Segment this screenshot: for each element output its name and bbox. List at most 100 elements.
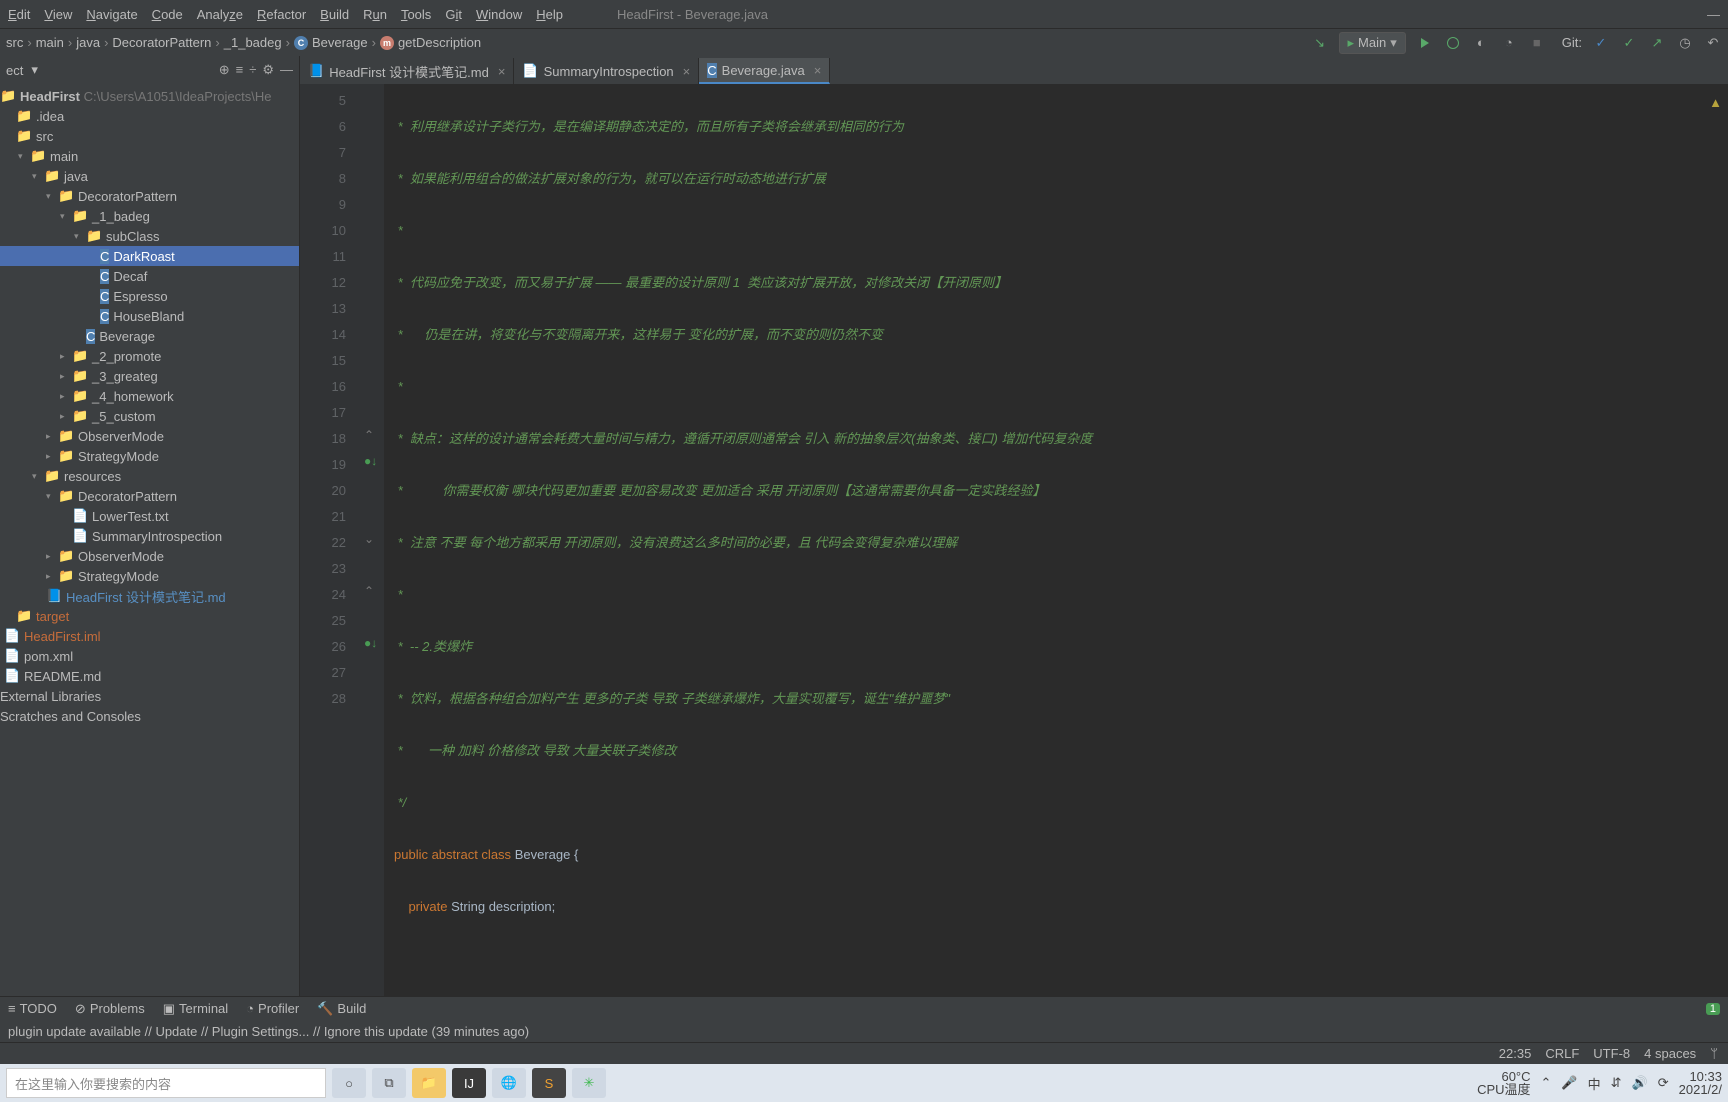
hide-icon[interactable]: —	[280, 62, 293, 78]
menu-refactor[interactable]: Refactor	[257, 7, 306, 22]
clock[interactable]: 10:33 2021/2/	[1679, 1070, 1722, 1096]
collapse-icon[interactable]: ÷	[249, 62, 256, 78]
build-hammer-icon[interactable]: ↘	[1311, 34, 1329, 52]
tree-subclass[interactable]: ▾📁subClass	[0, 226, 299, 246]
commit-icon[interactable]: ✓	[1620, 34, 1638, 52]
tree-custom[interactable]: ▸📁_5_custom	[0, 406, 299, 426]
minimize-icon[interactable]: —	[1707, 7, 1720, 22]
stop-icon[interactable]: ■	[1528, 34, 1546, 52]
breadcrumb-package[interactable]: DecoratorPattern	[112, 35, 211, 50]
tree-resources[interactable]: ▾📁resources	[0, 466, 299, 486]
intellij-icon[interactable]: IJ	[452, 1068, 486, 1098]
menu-window[interactable]: Window	[476, 7, 522, 22]
tree-pom[interactable]: 📄pom.xml	[0, 646, 299, 666]
tree-scratches[interactable]: Scratches and Consoles	[0, 706, 299, 726]
wechat-icon[interactable]: ✳	[572, 1068, 606, 1098]
microphone-icon[interactable]: 🎤	[1561, 1075, 1577, 1091]
warning-icon[interactable]: ▲	[1709, 90, 1722, 116]
chrome-icon[interactable]: 🌐	[492, 1068, 526, 1098]
project-header[interactable]: ect▾ ⊕ ≡ ÷ ⚙ —	[0, 56, 299, 84]
taskbar-search[interactable]: 在这里输入你要搜索的内容	[6, 1068, 326, 1098]
tree-src[interactable]: 📁src	[0, 126, 299, 146]
run-icon[interactable]	[1416, 34, 1434, 52]
update-project-icon[interactable]: ✓	[1592, 34, 1610, 52]
git-branch[interactable]: ᛘ	[1710, 1046, 1718, 1061]
event-badge[interactable]: 1	[1706, 1003, 1720, 1015]
caret-position[interactable]: 22:35	[1499, 1046, 1532, 1061]
explorer-icon[interactable]: 📁	[412, 1068, 446, 1098]
breadcrumb-method[interactable]: mgetDescription	[380, 35, 481, 50]
run-config-selector[interactable]: ▸Main▾	[1339, 32, 1406, 54]
push-icon[interactable]: ↗	[1648, 34, 1666, 52]
history-icon[interactable]: ◷	[1676, 34, 1694, 52]
tree-lowertest[interactable]: 📄LowerTest.txt	[0, 506, 299, 526]
file-encoding[interactable]: UTF-8	[1593, 1046, 1630, 1061]
tree-idea[interactable]: 📁.idea	[0, 106, 299, 126]
breadcrumb-folder[interactable]: _1_badeg	[224, 35, 282, 50]
tree-main[interactable]: ▾📁main	[0, 146, 299, 166]
tree-promote[interactable]: ▸📁_2_promote	[0, 346, 299, 366]
expand-icon[interactable]: ≡	[236, 62, 244, 78]
tree-target[interactable]: 📁target	[0, 606, 299, 626]
breadcrumb-class[interactable]: CBeverage	[294, 35, 368, 50]
project-tree[interactable]: 📁HeadFirst C:\Users\A1051\IdeaProjects\H…	[0, 84, 299, 996]
tree-beverage[interactable]: CBeverage	[0, 326, 299, 346]
terminal-tool[interactable]: ▣ Terminal	[163, 1001, 228, 1017]
cortana-icon[interactable]: ○	[332, 1068, 366, 1098]
debug-icon[interactable]	[1444, 34, 1462, 52]
build-tool[interactable]: 🔨 Build	[317, 1001, 366, 1017]
breadcrumb-src[interactable]: src	[6, 35, 23, 50]
tree-badeg[interactable]: ▾📁_1_badeg	[0, 206, 299, 226]
problems-tool[interactable]: ⊘ Problems	[75, 1001, 145, 1017]
volume-icon[interactable]: 🔊	[1632, 1075, 1648, 1091]
coverage-icon[interactable]: ◐	[1472, 34, 1490, 52]
tree-extlib[interactable]: External Libraries	[0, 686, 299, 706]
gutter-marks[interactable]: ⌃●↓⌄⌃●↓	[364, 84, 384, 996]
close-icon[interactable]: ×	[683, 64, 691, 79]
menu-edit[interactable]: Edit	[8, 7, 30, 22]
tab-summary[interactable]: 📄SummaryIntrospection×	[514, 58, 699, 84]
tree-readme[interactable]: 📄README.md	[0, 666, 299, 686]
menu-run[interactable]: Run	[363, 7, 387, 22]
close-icon[interactable]: ×	[814, 63, 822, 78]
profile-icon[interactable]: ◔	[1500, 34, 1518, 52]
status-message[interactable]: plugin update available // Update // Plu…	[0, 1020, 1728, 1042]
source-text[interactable]: * 利用继承设计子类行为，是在编译期静态决定的，而且所有子类将会继承到相同的行为…	[384, 84, 1728, 996]
breadcrumb-java[interactable]: java	[76, 35, 100, 50]
tree-espresso[interactable]: CEspresso	[0, 286, 299, 306]
menu-tools[interactable]: Tools	[401, 7, 431, 22]
sync-icon[interactable]: ⟳	[1658, 1075, 1669, 1091]
menu-help[interactable]: Help	[536, 7, 563, 22]
cpu-temp-widget[interactable]: 60°C CPU温度	[1477, 1070, 1530, 1096]
settings-icon[interactable]: ⚙	[262, 62, 274, 78]
line-separator[interactable]: CRLF	[1545, 1046, 1579, 1061]
tree-decaf[interactable]: CDecaf	[0, 266, 299, 286]
menu-navigate[interactable]: Navigate	[86, 7, 137, 22]
menu-build[interactable]: Build	[320, 7, 349, 22]
tray-arrow-icon[interactable]: ⌃	[1541, 1075, 1552, 1091]
network-icon[interactable]: ⇵	[1611, 1075, 1622, 1091]
tab-headfirst-md[interactable]: 📘HeadFirst 设计模式笔记.md×	[300, 58, 514, 84]
sublime-icon[interactable]: S	[532, 1068, 566, 1098]
breadcrumb-main[interactable]: main	[36, 35, 64, 50]
tree-strategy[interactable]: ▸📁StrategyMode	[0, 446, 299, 466]
tree-housebland[interactable]: CHouseBland	[0, 306, 299, 326]
tree-iml[interactable]: 📄HeadFirst.iml	[0, 626, 299, 646]
tree-java[interactable]: ▾📁java	[0, 166, 299, 186]
tree-darkroast[interactable]: CDarkRoast	[0, 246, 299, 266]
tree-decorator[interactable]: ▾📁DecoratorPattern	[0, 186, 299, 206]
tree-r-decorator[interactable]: ▾📁DecoratorPattern	[0, 486, 299, 506]
menu-view[interactable]: View	[44, 7, 72, 22]
indent-config[interactable]: 4 spaces	[1644, 1046, 1696, 1061]
tree-observer[interactable]: ▸📁ObserverMode	[0, 426, 299, 446]
menu-analyze[interactable]: Analyze	[197, 7, 243, 22]
tree-r-strategy[interactable]: ▸📁StrategyMode	[0, 566, 299, 586]
rollback-icon[interactable]: ↶	[1704, 34, 1722, 52]
tree-r-observer[interactable]: ▸📁ObserverMode	[0, 546, 299, 566]
tree-summary[interactable]: 📄SummaryIntrospection	[0, 526, 299, 546]
tree-hfmd[interactable]: 📘HeadFirst 设计模式笔记.md	[0, 586, 299, 606]
menu-code[interactable]: Code	[152, 7, 183, 22]
tree-homework[interactable]: ▸📁_4_homework	[0, 386, 299, 406]
tab-beverage[interactable]: CBeverage.java×	[699, 58, 830, 84]
task-view-icon[interactable]: ⧉	[372, 1068, 406, 1098]
